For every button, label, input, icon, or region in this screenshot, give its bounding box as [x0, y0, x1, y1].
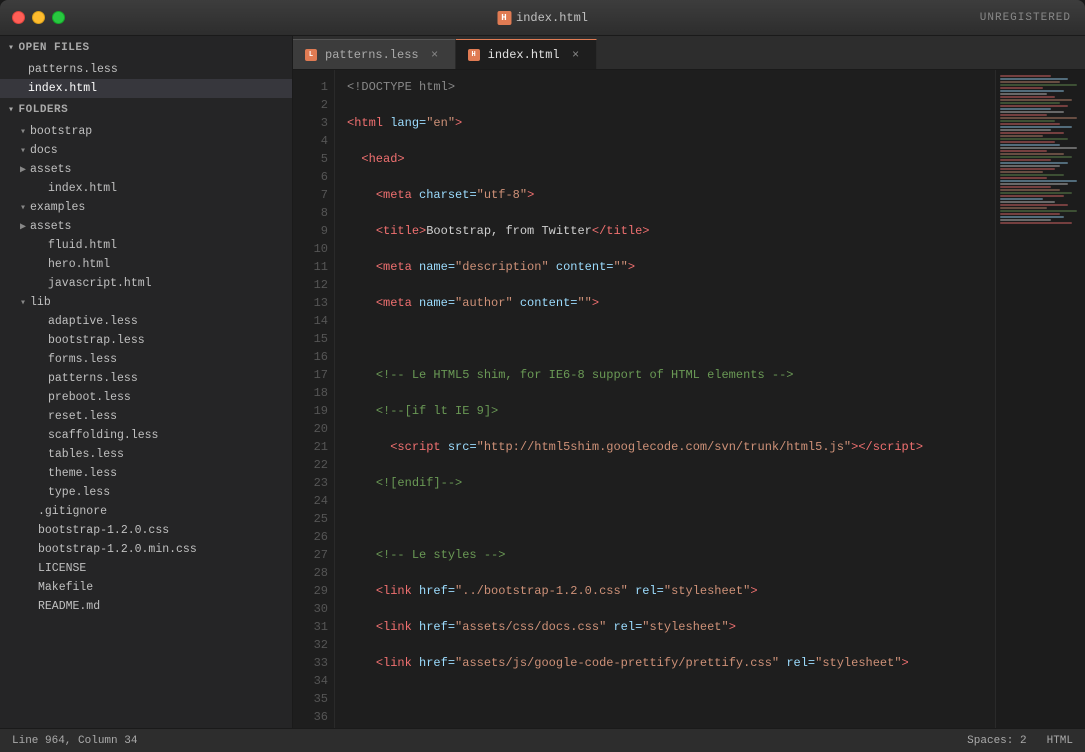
cursor-position: Line 964, Column 34: [12, 735, 137, 747]
lib-arrow: ▾: [20, 297, 26, 309]
line-numbers: 12345 678910 1112131415 1617181920 21222…: [293, 70, 335, 728]
registration-status: UNREGISTERED: [980, 12, 1071, 24]
assets-docs-arrow: ▶: [20, 164, 26, 176]
folder-bootstrap[interactable]: ▾bootstrap: [0, 122, 292, 141]
tab-patterns-icon: L: [305, 49, 317, 61]
folders-header[interactable]: ▾ FOLDERS: [0, 98, 292, 122]
file-type-less[interactable]: type.less: [0, 483, 292, 502]
file-fluid-html[interactable]: fluid.html: [0, 236, 292, 255]
tab-patterns-less[interactable]: L patterns.less ×: [293, 39, 456, 69]
minimize-button[interactable]: [32, 11, 45, 24]
file-icon: H: [497, 11, 511, 25]
close-button[interactable]: [12, 11, 25, 24]
file-license[interactable]: LICENSE: [0, 559, 292, 578]
open-files-header[interactable]: ▾ OPEN FILES: [0, 36, 292, 60]
file-patterns-less[interactable]: patterns.less: [0, 369, 292, 388]
tab-index-html[interactable]: H index.html ×: [456, 39, 597, 69]
examples-arrow: ▾: [20, 202, 26, 214]
file-gitignore[interactable]: .gitignore: [0, 502, 292, 521]
open-file-index[interactable]: index.html: [0, 79, 292, 98]
assets-examples-arrow: ▶: [20, 221, 26, 233]
file-bootstrap-min-css[interactable]: bootstrap-1.2.0.min.css: [0, 540, 292, 559]
main-layout: ▾ OPEN FILES patterns.less index.html ▾ …: [0, 36, 1085, 728]
file-forms-less[interactable]: forms.less: [0, 350, 292, 369]
file-scaffolding-less[interactable]: scaffolding.less: [0, 426, 292, 445]
editor-area: L patterns.less × H index.html × 12345 6…: [293, 36, 1085, 728]
bootstrap-arrow: ▾: [20, 126, 26, 138]
open-file-patterns[interactable]: patterns.less: [0, 60, 292, 79]
folder-lib[interactable]: ▾lib: [0, 293, 292, 312]
folder-assets-docs[interactable]: ▶assets: [0, 160, 292, 179]
tab-patterns-label: patterns.less: [325, 48, 419, 62]
tab-patterns-close[interactable]: ×: [427, 47, 443, 63]
window-title: H index.html: [497, 11, 588, 25]
file-preboot-less[interactable]: preboot.less: [0, 388, 292, 407]
tab-bar: L patterns.less × H index.html ×: [293, 36, 1085, 70]
open-files-arrow: ▾: [8, 42, 15, 54]
code-editor[interactable]: <!DOCTYPE html> <html lang="en"> <head> …: [335, 70, 995, 728]
spaces-indicator: Spaces: 2: [967, 735, 1026, 747]
tab-index-close[interactable]: ×: [568, 47, 584, 63]
editor-content: 12345 678910 1112131415 1617181920 21222…: [293, 70, 1085, 728]
language-indicator: HTML: [1047, 735, 1073, 747]
file-index-html-docs[interactable]: index.html: [0, 179, 292, 198]
file-javascript-html[interactable]: javascript.html: [0, 274, 292, 293]
minimap: [995, 70, 1085, 728]
file-makefile[interactable]: Makefile: [0, 578, 292, 597]
file-bootstrap-css[interactable]: bootstrap-1.2.0.css: [0, 521, 292, 540]
sidebar: ▾ OPEN FILES patterns.less index.html ▾ …: [0, 36, 293, 728]
title-bar: H index.html UNREGISTERED: [0, 0, 1085, 36]
docs-arrow: ▾: [20, 145, 26, 157]
file-reset-less[interactable]: reset.less: [0, 407, 292, 426]
folder-docs[interactable]: ▾docs: [0, 141, 292, 160]
folder-examples[interactable]: ▾examples: [0, 198, 292, 217]
folder-assets-examples[interactable]: ▶assets: [0, 217, 292, 236]
maximize-button[interactable]: [52, 11, 65, 24]
tab-index-label: index.html: [488, 48, 560, 62]
tab-index-icon: H: [468, 49, 480, 61]
file-adaptive-less[interactable]: adaptive.less: [0, 312, 292, 331]
file-hero-html[interactable]: hero.html: [0, 255, 292, 274]
file-tables-less[interactable]: tables.less: [0, 445, 292, 464]
file-readme[interactable]: README.md: [0, 597, 292, 616]
file-theme-less[interactable]: theme.less: [0, 464, 292, 483]
status-bar: Line 964, Column 34 Spaces: 2 HTML: [0, 728, 1085, 752]
window-controls: [12, 11, 65, 24]
folders-arrow: ▾: [8, 104, 15, 116]
file-bootstrap-less[interactable]: bootstrap.less: [0, 331, 292, 350]
